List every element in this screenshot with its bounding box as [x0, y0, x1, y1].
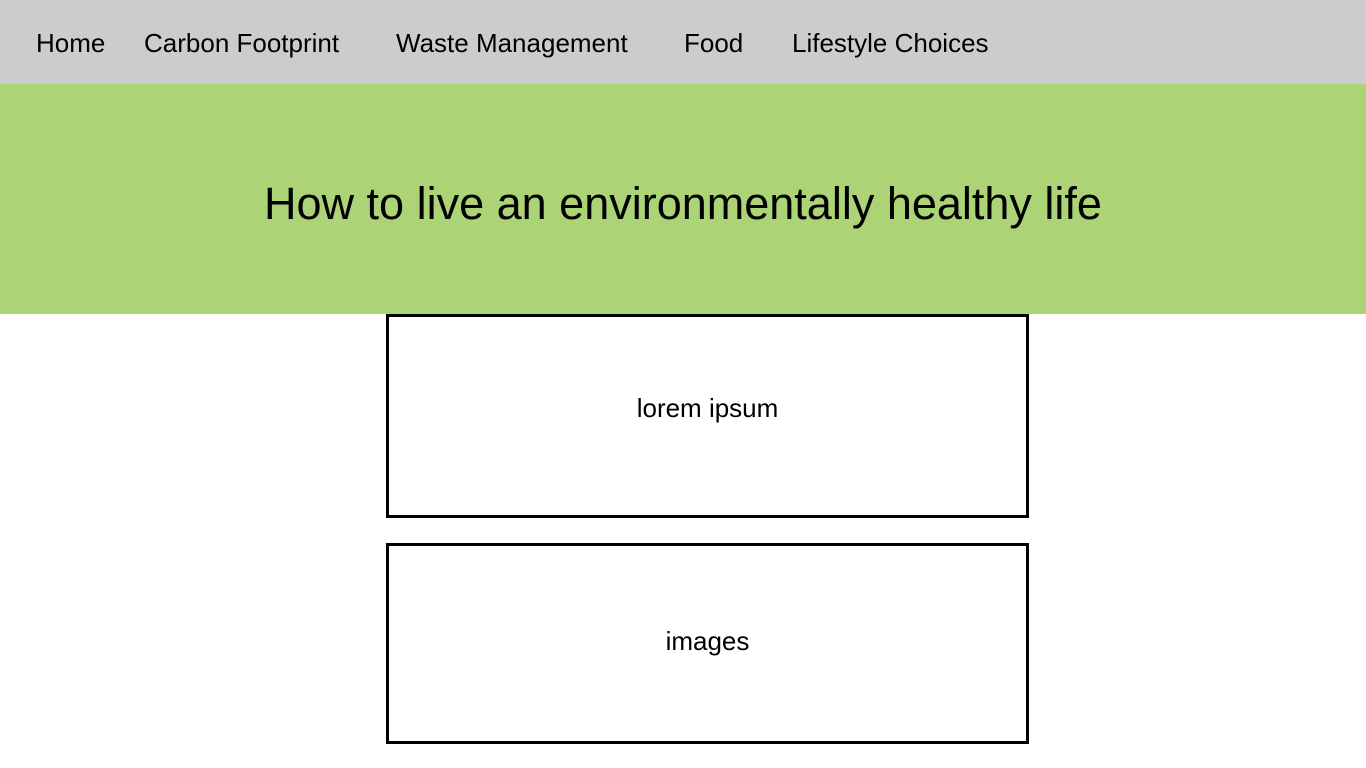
nav-waste-management[interactable]: Waste Management: [396, 28, 628, 58]
top-navigation: Home Carbon Footprint Waste Management F…: [0, 0, 1366, 84]
hero-banner: How to live an environmentally healthy l…: [0, 84, 1366, 314]
nav-carbon-footprint[interactable]: Carbon Footprint: [144, 28, 339, 58]
nav-lifestyle-choices[interactable]: Lifestyle Choices: [792, 28, 989, 58]
nav-home[interactable]: Home: [36, 28, 105, 58]
images-placeholder: images: [665, 626, 750, 656]
images-content-box: images: [386, 543, 1029, 744]
text-content-placeholder: lorem ipsum: [636, 393, 779, 423]
page-title: How to live an environmentally healthy l…: [264, 178, 1102, 229]
nav-food[interactable]: Food: [684, 28, 743, 58]
text-content-box: lorem ipsum: [386, 314, 1029, 518]
